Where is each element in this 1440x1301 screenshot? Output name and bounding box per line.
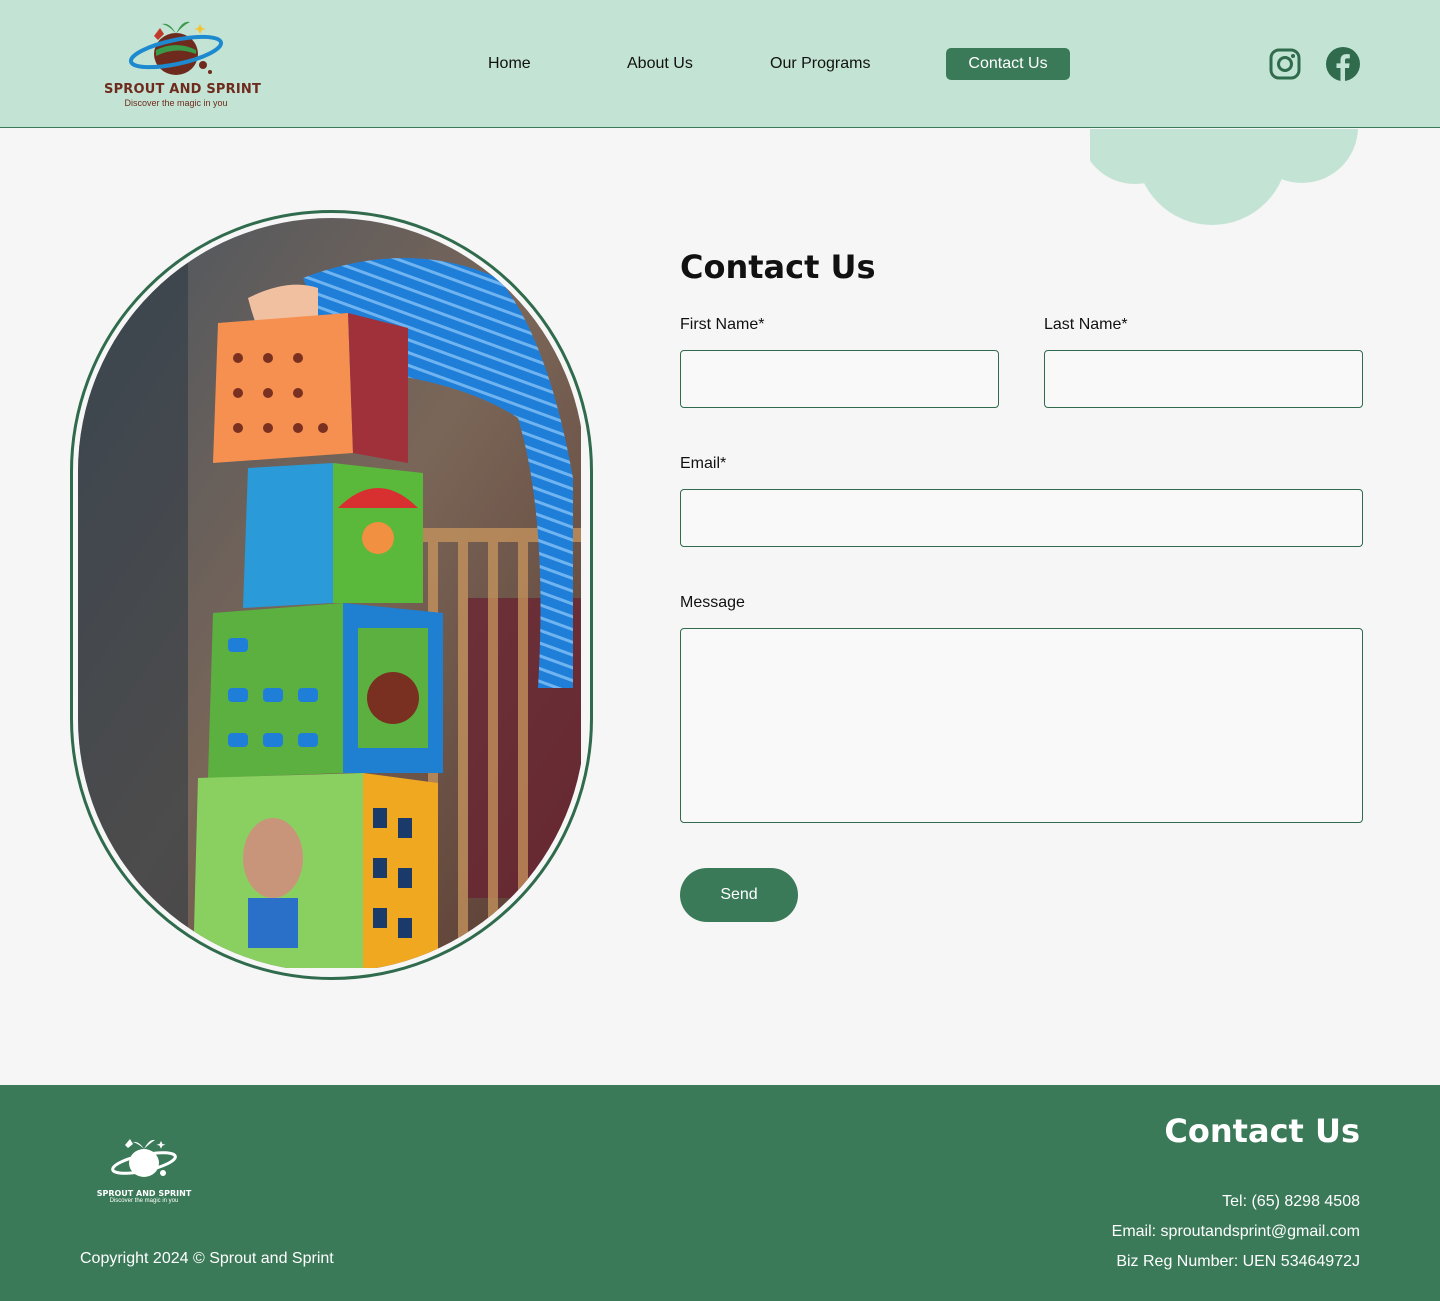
nav-our-programs[interactable]: Our Programs bbox=[770, 48, 870, 80]
first-name-input[interactable] bbox=[680, 350, 999, 408]
footer-brand-tagline: Discover the magic in you bbox=[109, 1198, 179, 1204]
last-name-label: Last Name* bbox=[1044, 316, 1128, 333]
copyright-text: Copyright 2024 © Sprout and Sprint bbox=[80, 1250, 334, 1267]
stacked-toy-blocks-photo bbox=[78, 218, 585, 972]
message-textarea[interactable] bbox=[680, 628, 1363, 823]
message-label: Message bbox=[680, 594, 745, 611]
footer-phone[interactable]: Tel: (65) 8298 4508 bbox=[1222, 1193, 1360, 1211]
contact-form-title: Contact Us bbox=[680, 248, 876, 286]
last-name-input[interactable] bbox=[1044, 350, 1363, 408]
brand-logo[interactable]: SPROUT AND SPRINT Discover the magic in … bbox=[104, 10, 262, 118]
nav-home[interactable]: Home bbox=[488, 48, 531, 80]
nav-about-us[interactable]: About Us bbox=[627, 48, 693, 80]
send-button[interactable]: Send bbox=[680, 868, 798, 922]
footer-biz-reg: Biz Reg Number: UEN 53464972J bbox=[1116, 1253, 1360, 1270]
facebook-icon[interactable] bbox=[1326, 47, 1360, 81]
first-name-label: First Name* bbox=[680, 316, 765, 333]
brand-name: SPROUT AND SPRINT bbox=[104, 82, 262, 97]
brand-tagline: Discover the magic in you bbox=[124, 98, 228, 108]
site-header: SPROUT AND SPRINT Discover the magic in … bbox=[0, 0, 1440, 128]
footer-brand-name: SPROUT AND SPRINT bbox=[96, 1189, 192, 1198]
hero-photo-frame bbox=[70, 210, 593, 980]
footer-logo[interactable]: SPROUT AND SPRINT Discover the magic in … bbox=[92, 1133, 196, 1204]
planet-logo-icon bbox=[128, 21, 224, 75]
footer-email[interactable]: Email: sproutandsprint@gmail.com bbox=[1112, 1223, 1360, 1241]
email-label: Email* bbox=[680, 455, 727, 472]
planet-logo-icon bbox=[111, 1139, 177, 1177]
instagram-icon[interactable] bbox=[1268, 47, 1302, 81]
cloud-decoration bbox=[1080, 71, 1370, 229]
nav-contact-us[interactable]: Contact Us bbox=[946, 48, 1070, 80]
footer-contact-title: Contact Us bbox=[1164, 1112, 1360, 1150]
site-footer: SPROUT AND SPRINT Discover the magic in … bbox=[0, 1085, 1440, 1301]
email-input[interactable] bbox=[680, 489, 1363, 547]
